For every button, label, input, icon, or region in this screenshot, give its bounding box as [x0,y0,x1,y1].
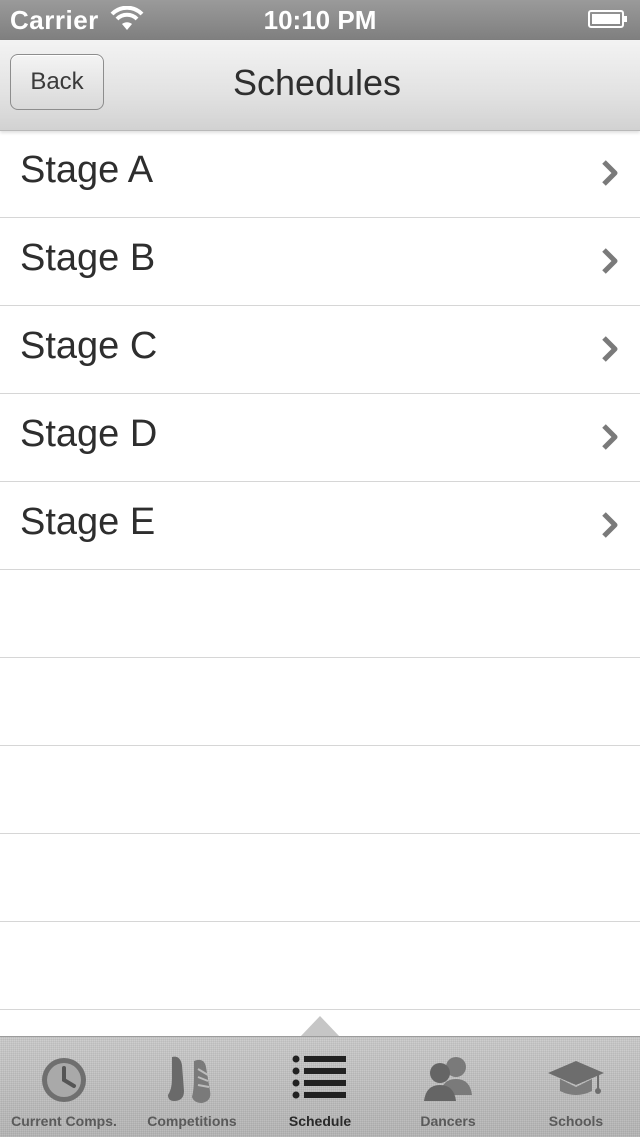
chevron-right-icon [602,424,618,450]
list-item-label: Stage C [20,325,158,367]
list-item-stage-e[interactable]: Stage E [0,482,640,570]
graduation-cap-icon [548,1061,604,1095]
tab-dancers[interactable]: Dancers [384,1037,512,1137]
tab-label: Schools [548,1113,604,1129]
tab-label: Schedule [288,1113,352,1129]
list-icon [292,1055,346,1099]
tab-schedule[interactable]: Schedule [256,1037,384,1137]
status-bar: Carrier 10:10 PM [0,0,640,40]
schedule-list: Stage A Stage B Stage C Stage D Stage E [0,130,640,1010]
list-item-label: Stage E [20,501,156,543]
empty-row [0,658,640,746]
tab-bar: Current Comps. Competitions Schedule Dan… [0,1036,640,1137]
chevron-right-icon [602,160,618,186]
chevron-right-icon [602,248,618,274]
list-item-stage-c[interactable]: Stage C [0,306,640,394]
list-item-stage-d[interactable]: Stage D [0,394,640,482]
empty-row [0,834,640,922]
battery-icon [588,10,627,28]
empty-row [0,922,640,1010]
people-icon [424,1057,472,1101]
dance-shoes-icon [168,1056,211,1103]
empty-row [0,570,640,658]
list-item-stage-b[interactable]: Stage B [0,218,640,306]
page-title: Schedules [232,62,402,103]
tab-schools[interactable]: Schools [512,1037,640,1137]
tab-label: Current Comps. [11,1113,117,1129]
empty-row [0,746,640,834]
status-time: 10:10 PM [263,5,377,35]
selected-tab-indicator [300,1016,340,1037]
tab-label: Dancers [420,1113,476,1129]
chevron-right-icon [602,512,618,538]
chevron-right-icon [602,336,618,362]
tab-current-comps[interactable]: Current Comps. [0,1037,128,1137]
list-item-label: Stage D [20,413,158,455]
tab-label: Competitions [147,1113,237,1129]
tab-competitions[interactable]: Competitions [128,1037,256,1137]
list-item-label: Stage A [20,149,154,191]
list-item-stage-a[interactable]: Stage A [0,130,640,218]
clock-icon [42,1058,86,1102]
list-item-label: Stage B [20,237,156,279]
navigation-bar: Back Schedules [0,40,640,131]
